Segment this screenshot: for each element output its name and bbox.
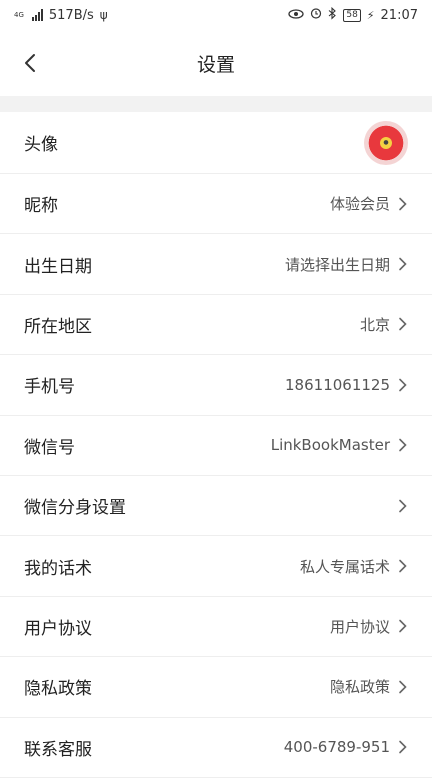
- chevron-right-icon: [399, 740, 407, 754]
- chevron-right-icon: [399, 378, 407, 392]
- settings-row-wechat-id[interactable]: 微信号 LinkBookMaster: [0, 416, 432, 476]
- settings-row-avatar[interactable]: 头像 ●: [0, 112, 432, 174]
- chevron-right-icon: [399, 680, 407, 694]
- chevron-right-icon: [399, 257, 407, 271]
- row-label: 头像: [24, 135, 58, 155]
- row-label: 出生日期: [24, 256, 92, 277]
- settings-row-phone[interactable]: 手机号 18611061125: [0, 355, 432, 416]
- row-value: 隐私政策: [329, 678, 390, 697]
- status-bar-left: 4G 517B/s ψ: [14, 8, 108, 23]
- chevron-left-icon: [25, 54, 35, 72]
- alarm-icon: [310, 7, 322, 23]
- chevron-right-icon: [399, 438, 407, 452]
- usb-icon: ψ: [99, 8, 108, 22]
- eye-icon: [288, 8, 304, 23]
- page-title: 设置: [196, 53, 235, 76]
- row-right: 400-6789-951: [284, 738, 408, 756]
- settings-row-birthday[interactable]: 出生日期 请选择出生日期: [0, 234, 432, 295]
- row-label: 联系客服: [24, 739, 92, 760]
- row-value: 北京: [359, 315, 390, 334]
- row-value: 私人专属话术: [299, 557, 390, 576]
- chevron-right-icon: [399, 499, 407, 512]
- row-label: 用户协议: [24, 618, 92, 639]
- row-right: 18611061125: [285, 376, 408, 394]
- settings-row-privacy-policy[interactable]: 隐私政策 隐私政策: [0, 657, 432, 718]
- section-separator: [0, 96, 432, 112]
- mascot-icon: ●: [380, 136, 392, 149]
- settings-row-scripts[interactable]: 我的话术 私人专属话术: [0, 536, 432, 597]
- row-value: 体验会员: [329, 195, 390, 214]
- row-right: 用户协议: [330, 616, 408, 637]
- chevron-right-icon: [399, 559, 407, 573]
- row-value: LinkBookMaster: [270, 436, 390, 455]
- battery-icon: 58: [343, 8, 361, 22]
- header: 设置: [0, 30, 432, 96]
- row-right: LinkBookMaster: [271, 436, 408, 454]
- row-label: 微信号: [24, 437, 75, 458]
- row-right: 请选择出生日期: [285, 254, 408, 275]
- avatar[interactable]: ●: [364, 120, 408, 165]
- settings-row-wechat-clone[interactable]: 微信分身设置: [0, 476, 432, 537]
- row-value: 用户协议: [329, 617, 390, 636]
- chevron-right-icon: [399, 318, 407, 331]
- settings-row-region[interactable]: 所在地区 北京: [0, 295, 432, 356]
- back-button[interactable]: [20, 51, 40, 75]
- row-value: 请选择出生日期: [284, 255, 390, 274]
- row-value: 18611061125: [285, 375, 390, 394]
- row-right: 隐私政策: [330, 676, 408, 697]
- row-right: 体验会员: [330, 193, 408, 214]
- row-label: 手机号: [24, 377, 75, 398]
- network-type: 4G: [14, 10, 24, 19]
- row-right: 北京: [360, 314, 408, 335]
- status-bar: 4G 517B/s ψ 58 ⚡ 21:07: [0, 0, 432, 30]
- chevron-right-icon: [399, 620, 407, 633]
- clock: 21:07: [380, 7, 418, 23]
- settings-row-customer-service[interactable]: 联系客服 400-6789-951: [0, 718, 432, 778]
- status-bar-right: 58 ⚡ 21:07: [288, 6, 418, 24]
- signal-icon: [31, 9, 43, 21]
- row-label: 隐私政策: [24, 679, 92, 700]
- charging-icon: ⚡: [366, 8, 375, 22]
- row-label: 所在地区: [24, 316, 92, 337]
- row-label: 我的话术: [24, 558, 92, 579]
- row-label: 微信分身设置: [24, 498, 126, 519]
- row-value: 400-6789-951: [283, 738, 390, 757]
- row-right: [390, 499, 408, 513]
- row-label: 昵称: [24, 196, 58, 217]
- bluetooth-icon: [328, 6, 337, 24]
- chevron-right-icon: [399, 197, 407, 210]
- settings-list: 头像 ● 昵称 体验会员 出生日期 请选择出生日期 所在地区 北京 手机号 18…: [0, 112, 432, 778]
- settings-row-nickname[interactable]: 昵称 体验会员: [0, 174, 432, 235]
- row-right: 私人专属话术: [300, 556, 408, 577]
- network-speed: 517B/s: [48, 7, 94, 23]
- settings-row-user-agreement[interactable]: 用户协议 用户协议: [0, 597, 432, 658]
- row-right: ●: [364, 120, 408, 165]
